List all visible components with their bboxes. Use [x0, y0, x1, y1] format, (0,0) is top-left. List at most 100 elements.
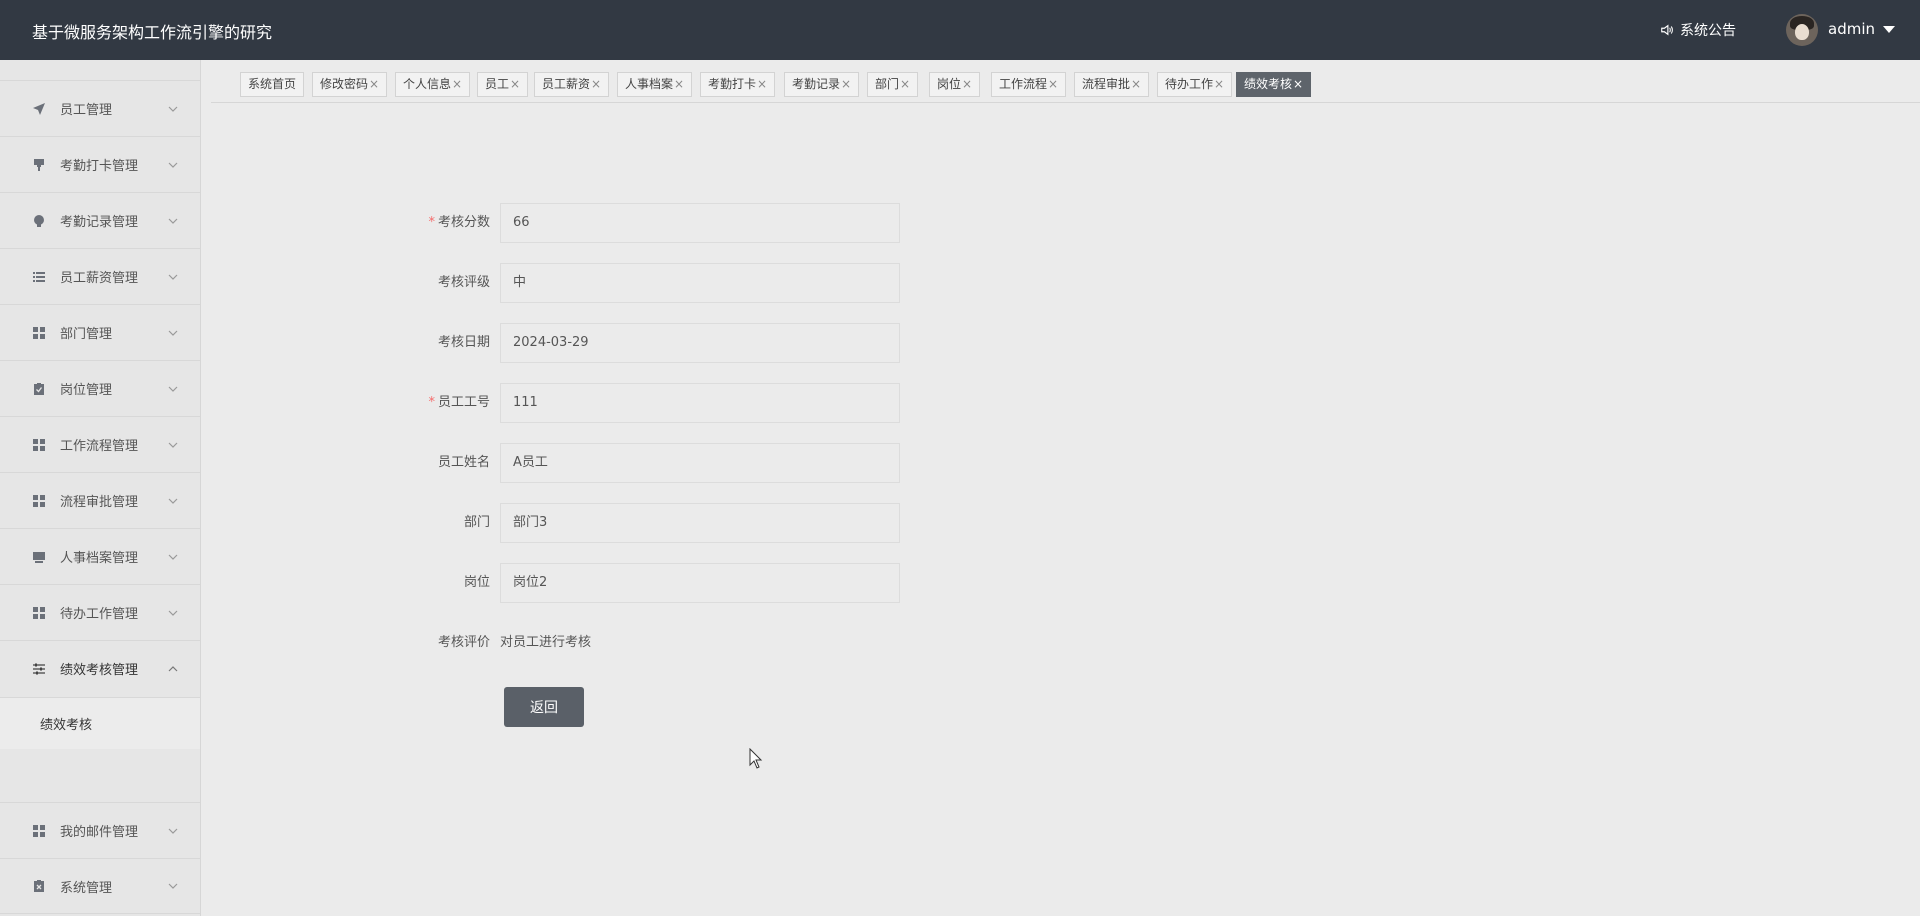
tab-label: 人事档案 [625, 77, 674, 91]
emp-no-field[interactable]: 111 [500, 383, 900, 423]
emp-name-field[interactable]: A员工 [500, 443, 900, 483]
app-title: 基于微服务架构工作流引擎的研究 [32, 23, 273, 42]
tab-label: 考勤记录 [792, 77, 841, 91]
date-label: 考核日期 [437, 335, 490, 350]
form-row-grade: 考核评级 中 [400, 263, 900, 303]
post-field[interactable]: 岗位2 [500, 563, 900, 603]
top-header: 基于微服务架构工作流引擎的研究 系统公告 admin [0, 0, 1920, 60]
sidebar-subitem-performance-review[interactable]: 绩效考核 [0, 697, 200, 749]
form-row-emp-name: 员工姓名 A员工 [400, 443, 900, 483]
form-row-date: 考核日期 2024-03-29 [400, 323, 900, 363]
chevron-down-icon [168, 386, 178, 392]
close-icon[interactable]: × [900, 77, 910, 91]
sidebar-item-performance[interactable]: 绩效考核管理 [0, 640, 200, 696]
sidebar-item-label: 岗位管理 [60, 383, 113, 398]
tab-bar: 系统首页 修改密码× 个人信息× 员工× 员工薪资× 人事档案× 考勤打卡× 考… [211, 72, 1920, 103]
monitor-icon [31, 549, 47, 565]
sidebar-item-employee[interactable]: 员工管理 [0, 80, 200, 136]
back-button[interactable]: 返回 [504, 687, 584, 727]
close-icon[interactable]: × [452, 77, 462, 91]
sidebar: 员工管理 考勤打卡管理 考勤记录管理 员工薪资管理 部门管理 岗位管理 工作流程… [0, 60, 201, 916]
list-icon [31, 269, 47, 285]
close-icon[interactable]: × [674, 77, 684, 91]
tab-profile[interactable]: 个人信息× [395, 72, 471, 97]
tab-workflow[interactable]: 工作流程× [991, 72, 1067, 97]
sidebar-item-label: 待办工作管理 [60, 607, 139, 622]
tab-label: 员工薪资 [542, 77, 591, 91]
caret-down-icon [1883, 25, 1895, 33]
username: admin [1828, 20, 1875, 38]
clipboard-x-icon [31, 878, 47, 894]
close-icon[interactable]: × [1214, 77, 1224, 91]
dept-field[interactable]: 部门3 [500, 503, 900, 543]
bulb-icon [31, 213, 47, 229]
close-icon[interactable]: × [757, 77, 767, 91]
chevron-down-icon [168, 162, 178, 168]
avatar[interactable] [1786, 14, 1818, 46]
comment-value: 对员工进行考核 [500, 635, 592, 650]
speaker-icon [1661, 24, 1673, 36]
sidebar-item-attendance-record[interactable]: 考勤记录管理 [0, 192, 200, 248]
close-icon[interactable]: × [1293, 77, 1303, 91]
emp-name-label: 员工姓名 [437, 455, 490, 470]
tab-label: 待办工作 [1165, 77, 1214, 91]
notice-label: 系统公告 [1680, 23, 1736, 39]
tab-home[interactable]: 系统首页 [240, 72, 305, 97]
sidebar-item-label: 我的邮件管理 [60, 825, 139, 840]
brush-icon [31, 157, 47, 173]
tab-employee[interactable]: 员工× [477, 72, 529, 97]
sidebar-item-salary[interactable]: 员工薪资管理 [0, 248, 200, 304]
tab-todo[interactable]: 待办工作× [1157, 72, 1233, 97]
grade-field[interactable]: 中 [500, 263, 900, 303]
sidebar-item-system[interactable]: 系统管理 [0, 858, 200, 914]
close-icon[interactable]: × [1131, 77, 1141, 91]
tab-attendance[interactable]: 考勤记录× [784, 72, 860, 97]
system-notice-link[interactable]: 系统公告 [1660, 20, 1736, 40]
close-icon[interactable]: × [591, 77, 601, 91]
tab-label: 工作流程 [999, 77, 1048, 91]
close-icon[interactable]: × [510, 77, 520, 91]
form-row-post: 岗位 岗位2 [400, 563, 900, 603]
tab-salary[interactable]: 员工薪资× [534, 72, 610, 97]
form-row-comment: 考核评价 对员工进行考核 [400, 623, 900, 663]
score-field[interactable]: 66 [500, 203, 900, 243]
grid-icon [31, 605, 47, 621]
tab-label: 岗位 [937, 77, 962, 91]
chevron-down-icon [168, 218, 178, 224]
chevron-down-icon [168, 330, 178, 336]
close-icon[interactable]: × [1048, 77, 1058, 91]
tab-post[interactable]: 岗位× [929, 72, 981, 97]
sidebar-item-attendance-clock[interactable]: 考勤打卡管理 [0, 136, 200, 192]
sidebar-item-todo[interactable]: 待办工作管理 [0, 584, 200, 640]
sidebar-item-department[interactable]: 部门管理 [0, 304, 200, 360]
sidebar-item-label: 考勤打卡管理 [60, 159, 139, 174]
sidebar-item-label: 系统管理 [60, 880, 113, 896]
sidebar-item-label: 流程审批管理 [60, 495, 139, 510]
tab-label: 系统首页 [248, 77, 297, 91]
tab-approval[interactable]: 流程审批× [1074, 72, 1150, 97]
form-row-dept: 部门 部门3 [400, 503, 900, 543]
sidebar-item-post[interactable]: 岗位管理 [0, 360, 200, 416]
tab-label: 绩效考核 [1244, 77, 1293, 91]
tab-label: 考勤打卡 [708, 77, 757, 91]
close-icon[interactable]: × [962, 77, 972, 91]
sidebar-item-label: 员工薪资管理 [60, 271, 139, 286]
tab-personnel[interactable]: 人事档案× [617, 72, 693, 97]
sidebar-item-personnel[interactable]: 人事档案管理 [0, 528, 200, 584]
clipboard-check-icon [31, 381, 47, 397]
user-menu[interactable]: admin [1828, 20, 1895, 38]
tab-clock-in[interactable]: 考勤打卡× [700, 72, 776, 97]
sidebar-item-approval[interactable]: 流程审批管理 [0, 472, 200, 528]
tab-change-password[interactable]: 修改密码× [312, 72, 388, 97]
sidebar-item-workflow[interactable]: 工作流程管理 [0, 416, 200, 472]
grade-label: 考核评级 [437, 275, 490, 290]
tab-performance[interactable]: 绩效考核× [1236, 72, 1312, 97]
close-icon[interactable]: × [369, 77, 379, 91]
sidebar-item-mail[interactable]: 我的邮件管理 [0, 802, 200, 858]
tab-department[interactable]: 部门× [867, 72, 919, 97]
send-icon [31, 101, 47, 117]
date-field[interactable]: 2024-03-29 [500, 323, 900, 363]
score-label: * 考核分数 [428, 215, 490, 230]
tab-label: 修改密码 [320, 77, 369, 91]
close-icon[interactable]: × [841, 77, 851, 91]
